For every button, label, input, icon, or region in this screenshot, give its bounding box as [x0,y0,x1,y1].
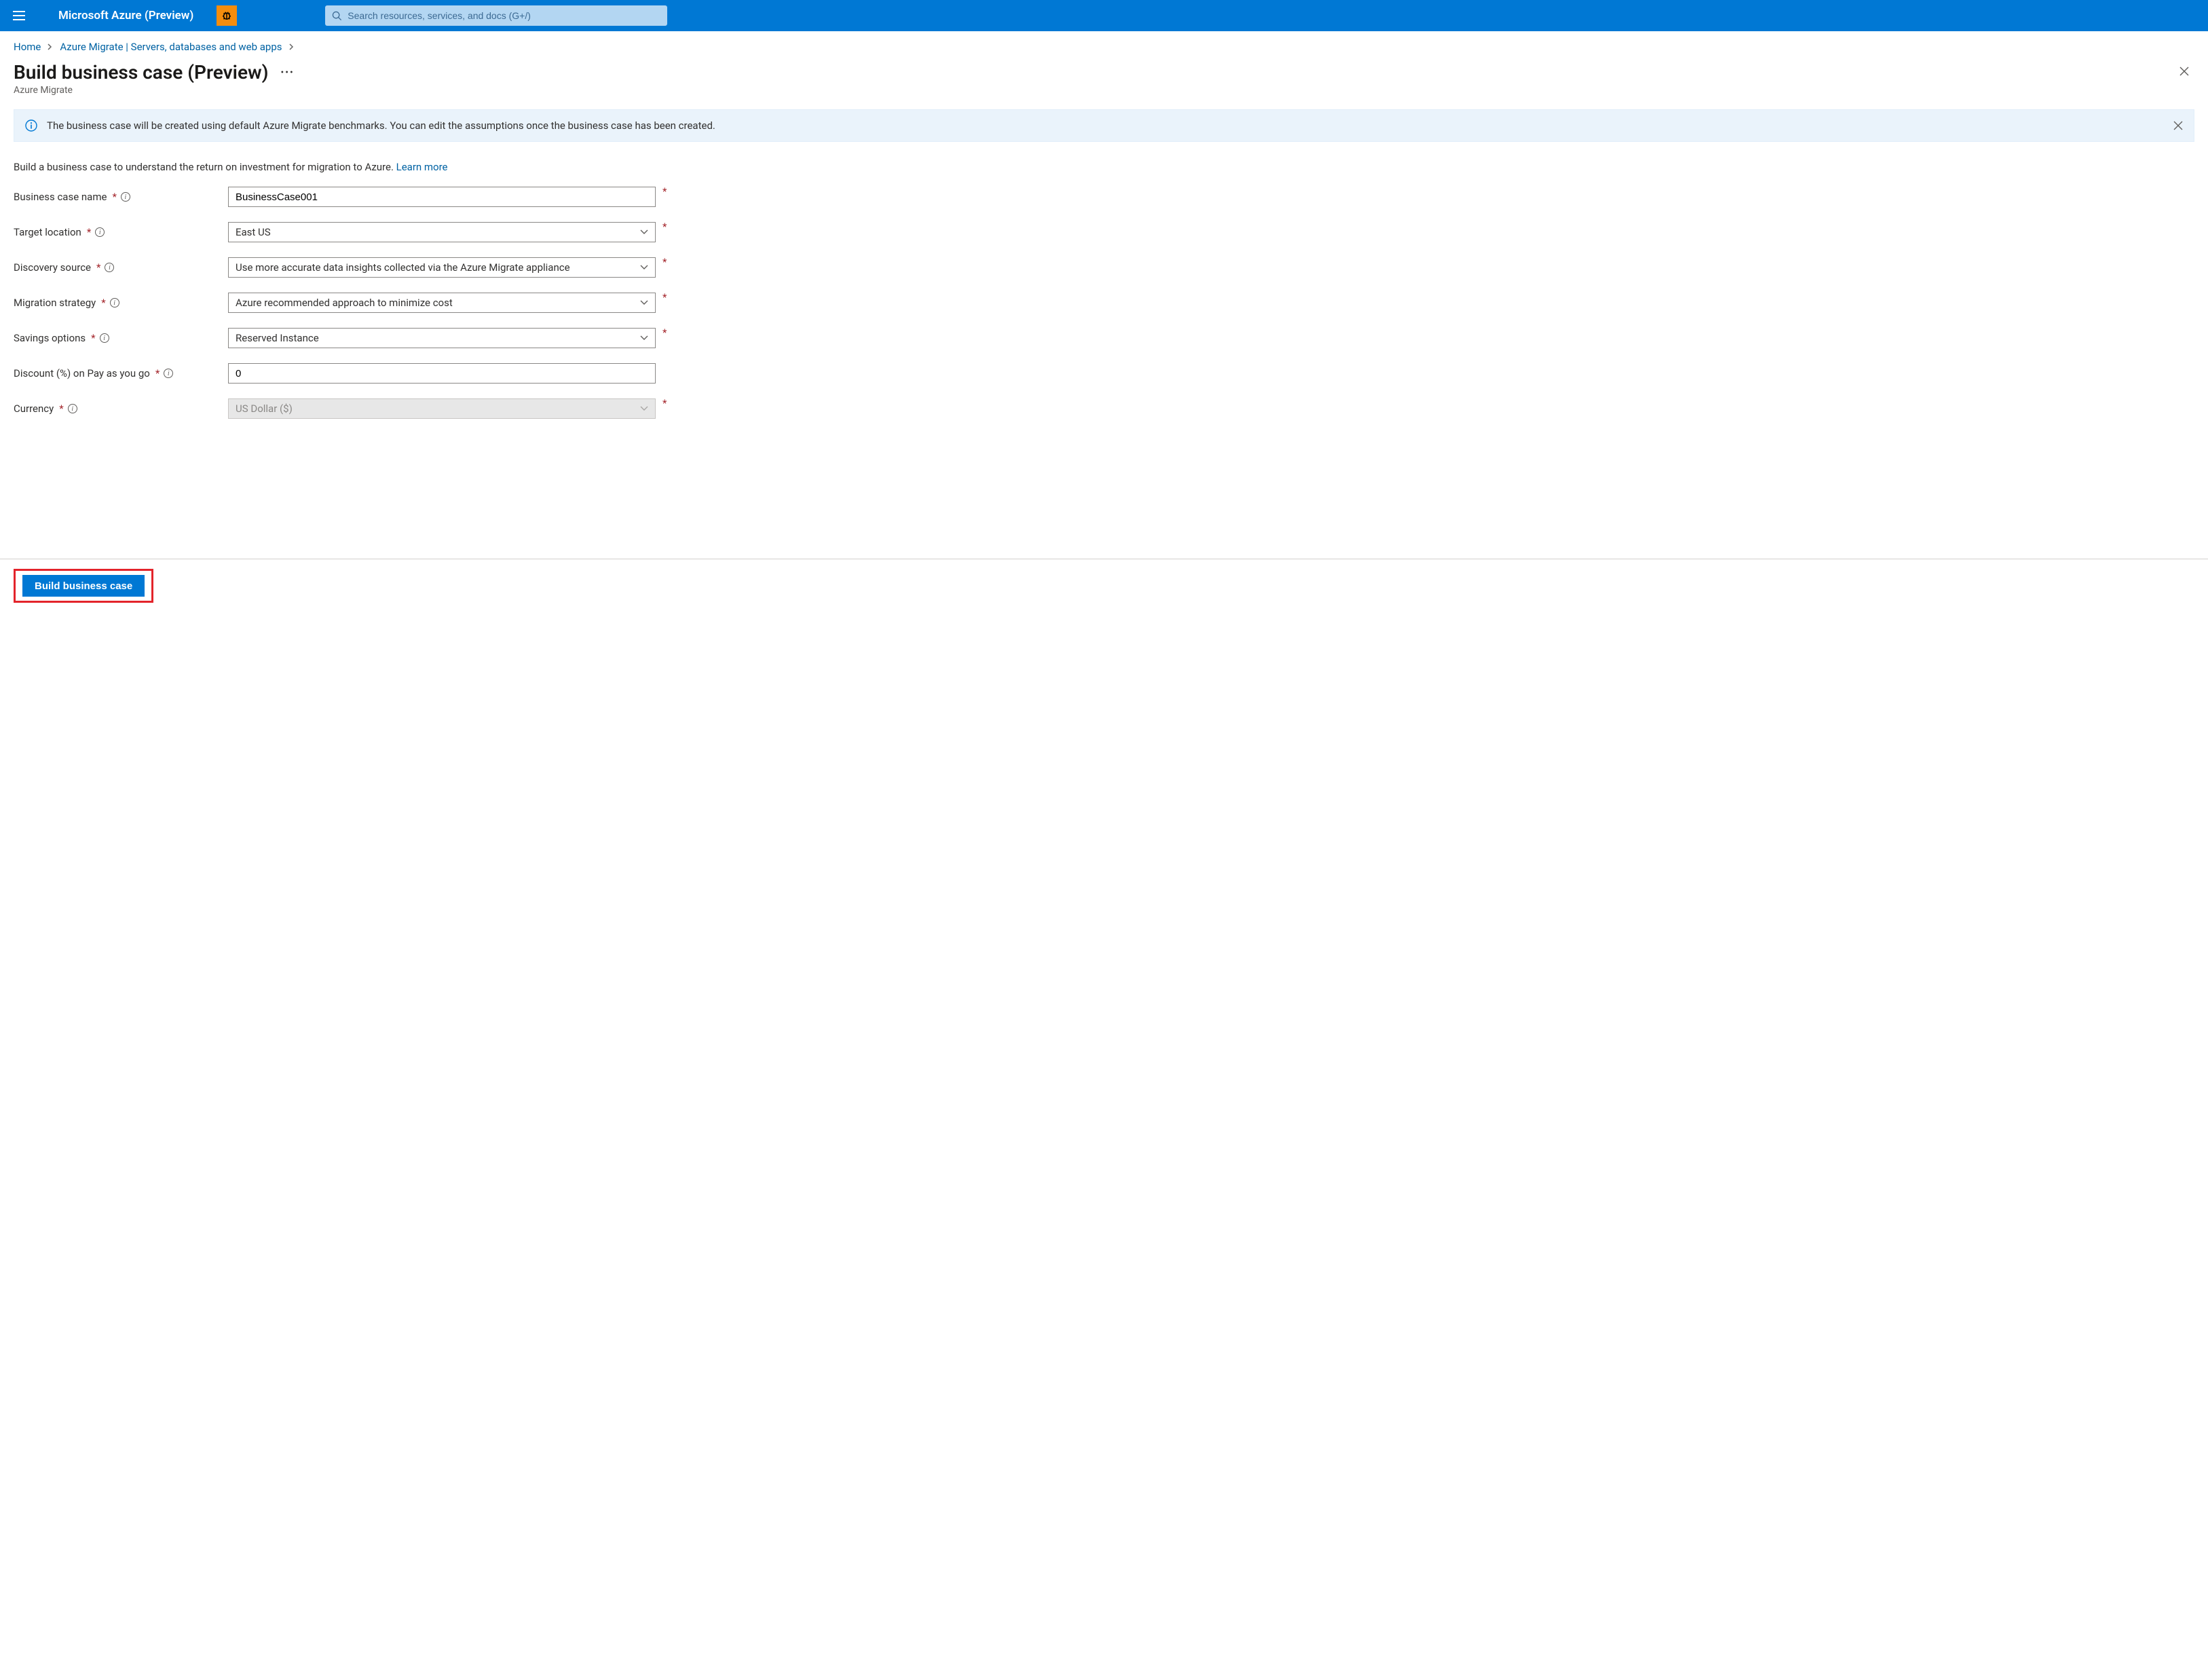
page-subtitle: Azure Migrate [14,85,295,96]
currency-label: Currency* i [14,403,228,415]
close-panel-button[interactable] [2174,61,2194,81]
banner-dismiss-button[interactable] [2173,121,2183,130]
discount-input[interactable] [236,368,648,379]
chevron-down-icon [640,300,648,305]
brand-title: Microsoft Azure (Preview) [58,9,193,22]
chevron-down-icon [640,335,648,341]
chevron-right-icon [48,43,53,50]
discovery-source-select[interactable]: Use more accurate data insights collecte… [228,257,656,278]
name-field[interactable] [228,187,656,207]
target-location-select[interactable]: East US [228,222,656,242]
info-icon [25,119,37,132]
migration-strategy-select[interactable]: Azure recommended approach to minimize c… [228,293,656,313]
chevron-right-icon [289,43,295,50]
page-header: Build business case (Preview) ••• Azure … [0,58,2208,101]
more-actions-button[interactable]: ••• [281,67,295,78]
info-icon[interactable]: i [105,263,114,272]
info-icon[interactable]: i [164,369,173,378]
chevron-down-icon [640,229,648,235]
business-case-form: Business case name* i * Target location*… [0,184,2208,436]
breadcrumb: Home Azure Migrate | Servers, databases … [0,31,2208,58]
build-business-case-button[interactable]: Build business case [22,575,145,597]
info-icon[interactable]: i [95,227,105,237]
hamburger-icon [13,11,25,20]
search-icon [332,11,342,21]
info-icon[interactable]: i [121,192,130,202]
breadcrumb-home[interactable]: Home [14,41,41,53]
close-icon [2173,121,2183,130]
migration-strategy-label: Migration strategy* i [14,297,228,309]
highlighted-action: Build business case [14,569,153,603]
bug-button[interactable] [217,5,237,26]
chevron-down-icon [640,406,648,411]
bug-icon [221,10,233,22]
target-location-label: Target location* i [14,226,228,238]
breadcrumb-migrate[interactable]: Azure Migrate | Servers, databases and w… [60,41,282,53]
name-input[interactable] [236,191,648,203]
footer: Build business case [0,559,2208,618]
learn-more-link[interactable]: Learn more [396,161,448,173]
global-search[interactable] [325,5,667,26]
info-banner: The business case will be created using … [14,109,2194,142]
savings-options-select[interactable]: Reserved Instance [228,328,656,348]
close-icon [2179,66,2190,77]
topbar: Microsoft Azure (Preview) [0,0,2208,31]
name-label: Business case name* i [14,191,228,203]
chevron-down-icon [640,265,648,270]
info-icon[interactable]: i [110,298,119,307]
banner-text: The business case will be created using … [47,119,715,132]
savings-options-label: Savings options* i [14,332,228,344]
intro-text: Build a business case to understand the … [0,155,2208,184]
search-input[interactable] [348,10,660,21]
discount-field[interactable] [228,363,656,384]
hamburger-menu-button[interactable] [5,2,33,29]
currency-select: US Dollar ($) [228,398,656,419]
info-icon[interactable]: i [68,404,77,413]
info-icon[interactable]: i [100,333,109,343]
discount-label: Discount (%) on Pay as you go* i [14,367,228,379]
page-title: Build business case (Preview) [14,61,269,83]
discovery-source-label: Discovery source* i [14,261,228,274]
